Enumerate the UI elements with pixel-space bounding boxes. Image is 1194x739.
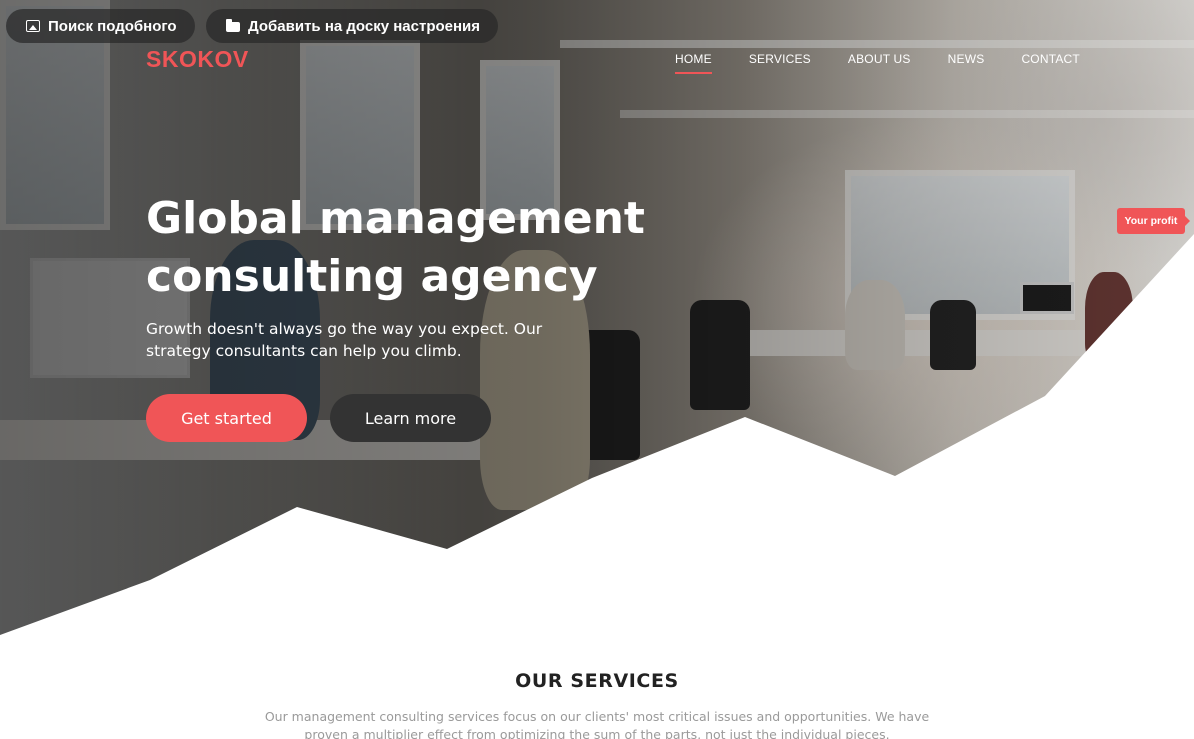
- services-description: Our management consulting services focus…: [264, 709, 930, 739]
- nav-item-services[interactable]: SERVICES: [749, 52, 811, 74]
- add-to-board-label: Добавить на доску настроения: [248, 17, 481, 35]
- main-nav: HOME SERVICES ABOUT US NEWS CONTACT: [675, 52, 1080, 74]
- similar-search-label: Поиск подобного: [48, 17, 177, 35]
- hero-subtitle: Growth doesn't always go the way you exp…: [146, 320, 543, 360]
- hero-title-line2: consulting agency: [146, 251, 598, 302]
- learn-more-button[interactable]: Learn more: [330, 394, 491, 442]
- folder-icon: [226, 18, 240, 32]
- get-started-button[interactable]: Get started: [146, 394, 307, 442]
- hero-title: Global management consulting agency: [146, 190, 766, 306]
- similar-search-button[interactable]: Поиск подобного: [6, 9, 195, 43]
- nav-item-news[interactable]: NEWS: [948, 52, 985, 74]
- image-icon: [26, 20, 40, 32]
- nav-item-contact[interactable]: CONTACT: [1021, 52, 1080, 74]
- nav-item-home[interactable]: HOME: [675, 52, 712, 74]
- add-to-board-button[interactable]: Добавить на доску настроения: [206, 9, 499, 43]
- services-title: OUR SERVICES: [515, 670, 679, 692]
- landing-page: Поиск подобного Добавить на доску настро…: [0, 0, 1194, 739]
- site-logo[interactable]: SKOKOV: [146, 46, 249, 73]
- nav-item-about-us[interactable]: ABOUT US: [848, 52, 911, 74]
- your-profit-tag: Your profit: [1117, 208, 1190, 234]
- hero-title-line1: Global management: [146, 193, 645, 244]
- mountain-divider: [0, 234, 1194, 739]
